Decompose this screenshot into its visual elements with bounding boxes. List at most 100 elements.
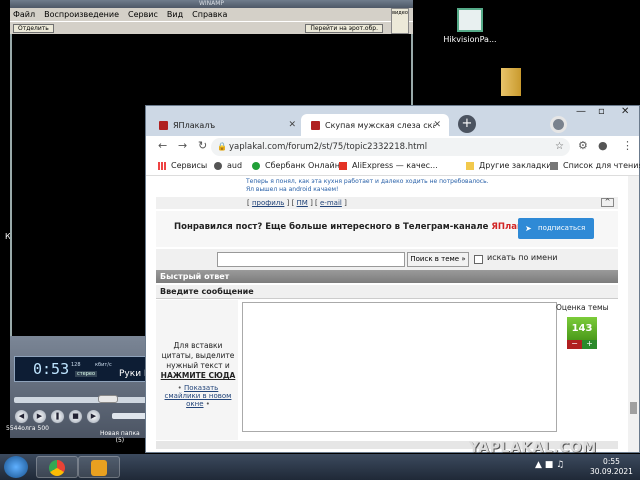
reply-sidebar: Для вставки цитаты, выделите нужный текс… — [156, 300, 238, 440]
tab-strip: ЯПлакалъ ✕ Скупая мужская слеза скатилас… — [146, 106, 639, 136]
desktop-folder-label: Новая папка (5) — [100, 430, 140, 444]
aliexpress-icon — [339, 161, 347, 170]
playback-time: 0:53 — [33, 360, 70, 378]
menu-file[interactable]: Файл — [13, 10, 35, 19]
post-links-bar: [ профиль ] [ ПМ ] [ e-mail ] ^ — [156, 197, 618, 209]
subscribe-button[interactable]: подписаться — [518, 218, 594, 239]
bookmark-label: Другие закладки — [479, 161, 552, 170]
volume-slider[interactable] — [112, 413, 148, 419]
new-tab-button[interactable]: + — [458, 115, 476, 133]
search-by-name-checkbox[interactable] — [474, 255, 483, 264]
topic-search-input[interactable] — [217, 252, 405, 267]
tray-icons[interactable]: ▲ ■ ♫ — [535, 460, 564, 470]
maximize-icon[interactable]: ▫ — [598, 106, 605, 117]
enter-message-header: Введите сообщение — [156, 285, 618, 299]
bitrate: 128 — [71, 362, 81, 368]
bookmark-aliexpress[interactable]: AliExpress — качес... — [339, 161, 438, 170]
bookmark-sberbank[interactable]: Сбербанк Онлайн — [252, 161, 340, 170]
winamp-icon — [91, 460, 107, 476]
taskbar-clock[interactable]: 0:55 30.09.2021 — [590, 457, 633, 477]
folder-name: Новая папка — [100, 430, 140, 437]
minimize-icon[interactable]: — — [576, 106, 586, 117]
tab-title: Скупая мужская слеза скатилас — [325, 120, 435, 130]
detach-button[interactable]: Отделить — [13, 23, 54, 33]
player-titlebar: WINAMP — [10, 0, 413, 8]
yaplakal-favicon-icon — [311, 120, 320, 130]
bookmark-label: aud — [227, 161, 243, 170]
url-field[interactable]: 🔒 yaplakal.com/forum2/st/75/topic2332218… — [211, 138, 570, 156]
profile-link[interactable]: профиль — [252, 199, 284, 207]
rewind-icon[interactable]: ◀ — [14, 409, 29, 424]
telegram-text-main: Понравился пост? Еще больше интересного … — [174, 222, 492, 232]
menu-tools[interactable]: Сервис — [128, 10, 158, 19]
extension-fox-icon[interactable]: ● — [598, 139, 608, 152]
extensions-icon[interactable]: ⚙ — [578, 139, 588, 152]
bookmark-reading-list[interactable]: Список для чтения — [550, 161, 640, 170]
folder-icon — [466, 161, 474, 170]
rating-label: Оценка темы — [556, 303, 609, 312]
start-button-icon[interactable] — [4, 456, 28, 478]
reload-icon[interactable]: ↻ — [198, 139, 207, 152]
quick-reply-header: Быстрый ответ — [156, 270, 618, 283]
folder-count: (5) — [115, 437, 125, 444]
close-window-icon[interactable]: ✕ — [621, 106, 629, 117]
rating-minus-button[interactable]: − — [567, 340, 582, 349]
search-by-name-label: искать по имени — [487, 253, 558, 262]
desktop-icon-hikvision[interactable]: HikvisionPa... — [440, 8, 500, 44]
menu-view[interactable]: Вид — [167, 10, 183, 19]
bookmark-star-icon[interactable]: ☆ — [555, 138, 564, 156]
post-line: Ял вышел на android качаем! — [246, 186, 339, 193]
topic-rating: 143 − + — [567, 317, 597, 350]
bookmark-other[interactable]: Другие закладки — [466, 161, 552, 170]
desktop-icon-folder[interactable] — [496, 68, 526, 99]
apps-grid-icon — [158, 161, 166, 170]
tab-active-topic[interactable]: Скупая мужская слеза скатилас ✕ — [301, 114, 449, 136]
video-mode-button[interactable]: видео — [391, 8, 409, 34]
desktop: HikvisionPa... К WINAMP Файл Воспроизвед… — [0, 0, 640, 480]
close-tab-icon[interactable]: ✕ — [288, 120, 296, 130]
goto-button[interactable]: Перейти на эрот.обр. — [305, 23, 383, 33]
bookmarks-bar: Сервисы aud Сбербанк Онлайн AliExpress —… — [146, 158, 640, 176]
yaplakal-favicon-icon — [159, 120, 168, 130]
post-text: Теперь я понял, как эта кухня работает и… — [246, 178, 489, 194]
address-bar-row: ← → ↻ 🔒 yaplakal.com/forum2/st/75/topic2… — [146, 136, 639, 158]
globe-icon — [214, 161, 222, 170]
page-scrollbar[interactable] — [628, 176, 639, 452]
message-textarea[interactable] — [242, 302, 557, 432]
pm-link[interactable]: ПМ — [297, 199, 308, 207]
transport-buttons: ◀ ▶ ❚ ■ ▶ — [14, 409, 101, 424]
forward-icon[interactable]: → — [178, 139, 187, 152]
taskbar-winamp[interactable] — [78, 456, 120, 478]
profile-avatar-icon[interactable] — [550, 116, 567, 133]
bookmark-aud[interactable]: aud — [214, 161, 242, 170]
back-icon[interactable]: ← — [158, 139, 167, 152]
seek-knob[interactable] — [98, 395, 118, 403]
tab-yaplakal[interactable]: ЯПлакалъ ✕ — [149, 114, 304, 136]
seek-bar[interactable] — [14, 397, 148, 403]
smiles-link-wrap: • Показать смайлики в новом окне • — [164, 384, 232, 408]
stereo-badge: стерео — [75, 371, 98, 377]
rating-plus-button[interactable]: + — [582, 340, 597, 349]
topic-search-button[interactable]: Поиск в теме » — [407, 252, 469, 267]
bookmark-label: Сбербанк Онлайн — [265, 161, 340, 170]
email-link[interactable]: e-mail — [320, 199, 342, 207]
bitrate-unit: кбит/с — [95, 362, 112, 368]
close-tab-icon[interactable]: ✕ — [433, 120, 441, 130]
quote-insert-link[interactable]: НАЖМИТЕ СЮДА — [161, 371, 236, 380]
menu-playback[interactable]: Воспроизведение — [44, 10, 119, 19]
telegram-text: Понравился пост? Еще больше интересного … — [174, 222, 545, 232]
scroll-up-button[interactable]: ^ — [601, 198, 614, 207]
play-icon[interactable]: ▶ — [32, 409, 47, 424]
browser-window[interactable]: ЯПлакалъ ✕ Скупая мужская слеза скатилас… — [145, 105, 640, 453]
menu-dots-icon[interactable]: ⋮ — [622, 139, 633, 152]
scrollbar-thumb[interactable] — [630, 402, 637, 414]
bookmark-services[interactable]: Сервисы — [158, 161, 207, 170]
show-smiles-link[interactable]: Показать смайлики в новом окне — [165, 384, 232, 408]
taskbar-chrome[interactable] — [36, 456, 78, 478]
menu-help[interactable]: Справка — [192, 10, 227, 19]
desktop-icon-label: HikvisionPa... — [443, 35, 497, 44]
forward-icon[interactable]: ▶ — [86, 409, 101, 424]
pause-icon[interactable]: ❚ — [50, 409, 65, 424]
stop-icon[interactable]: ■ — [68, 409, 83, 424]
system-tray: ▲ ■ ♫ — [535, 460, 564, 470]
